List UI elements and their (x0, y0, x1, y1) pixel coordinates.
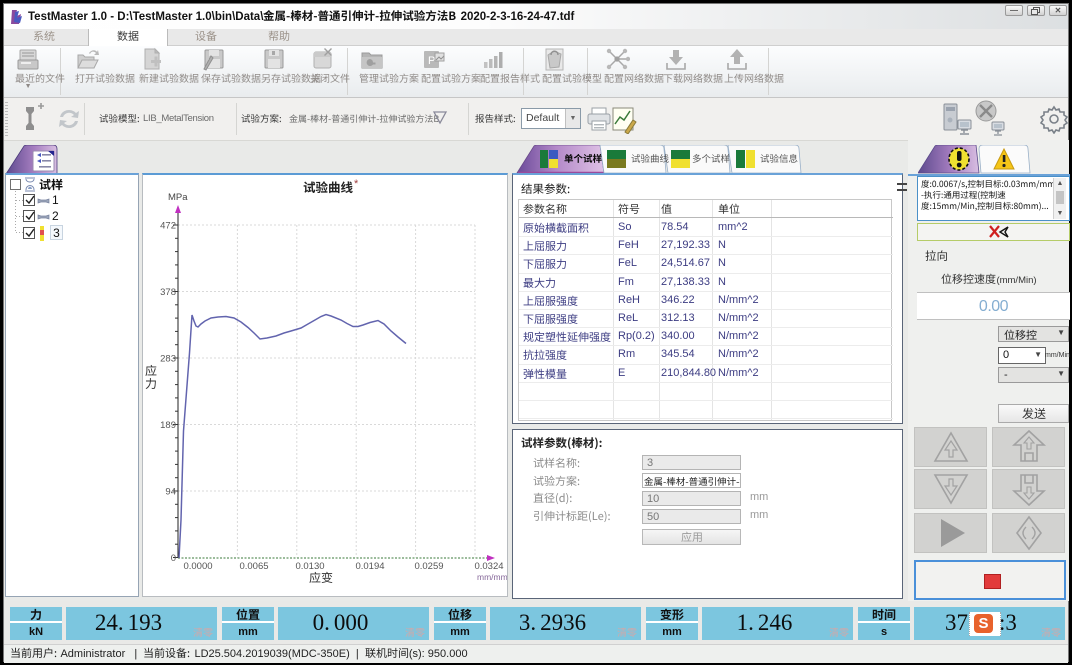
svg-text:mm/mm: mm/mm (477, 572, 507, 582)
svg-text:*: * (354, 178, 359, 190)
svg-text:472: 472 (160, 221, 176, 232)
svg-text:0.0324: 0.0324 (474, 561, 503, 572)
svg-text:94: 94 (165, 487, 176, 498)
svg-text:189: 189 (160, 420, 176, 431)
svg-text:283: 283 (160, 354, 176, 365)
svg-text:0.0259: 0.0259 (414, 561, 443, 572)
svg-text:0.0000: 0.0000 (183, 561, 212, 572)
svg-text:378: 378 (160, 287, 176, 298)
svg-text:0.0194: 0.0194 (355, 561, 384, 572)
svg-text:MPa: MPa (168, 192, 188, 203)
svg-text:0.0130: 0.0130 (295, 561, 324, 572)
svg-text:0: 0 (171, 553, 176, 564)
svg-text:P: P (428, 55, 435, 67)
svg-text:0.0065: 0.0065 (239, 561, 268, 572)
